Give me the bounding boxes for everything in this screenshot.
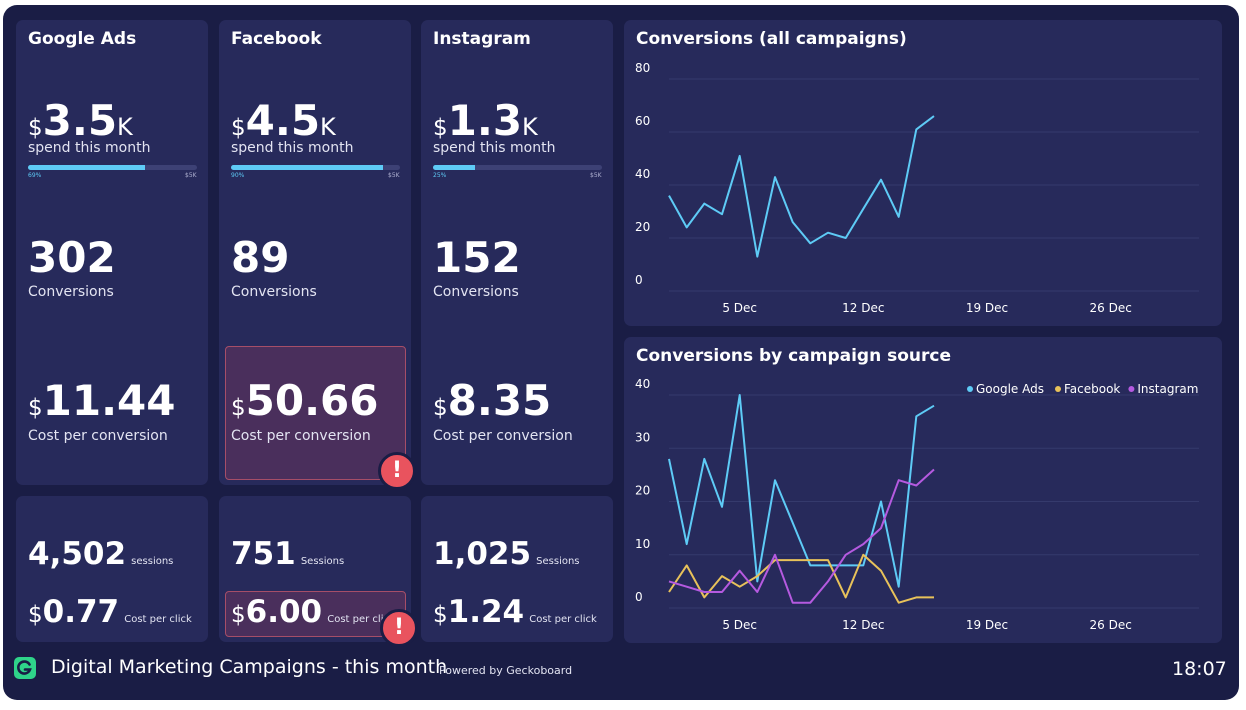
google-ads-sessions-card: 4,502 sessions $0.77 Cost per click xyxy=(16,496,208,642)
x-tick-label: 5 Dec xyxy=(722,618,757,632)
sessions-value: 751 Sessions xyxy=(231,536,345,572)
cost-per-conversion-value: $11.44 xyxy=(28,376,176,425)
progress-percent: 90% xyxy=(231,172,245,179)
y-tick-label: 60 xyxy=(635,114,650,128)
progress-max: $5K xyxy=(185,172,197,179)
card-title: Google Ads xyxy=(28,29,137,49)
clock: 18:07 xyxy=(1172,658,1227,680)
y-tick-label: 40 xyxy=(635,167,650,181)
sessions-value: 4,502 sessions xyxy=(28,536,174,572)
x-tick-label: 26 Dec xyxy=(1090,301,1132,315)
legend-dot xyxy=(1055,386,1061,392)
legend-dot xyxy=(967,386,973,392)
powered-by-text: Powered by Geckoboard xyxy=(439,664,573,677)
conversions-label: Conversions xyxy=(28,284,114,300)
geckoboard-logo-icon xyxy=(14,657,36,679)
spend-value: $3.5K xyxy=(28,96,133,145)
cost-per-click-value: $0.77 Cost per click xyxy=(28,594,192,630)
legend-label: Google Ads xyxy=(976,382,1044,396)
legend-label: Instagram xyxy=(1137,382,1198,396)
conversions-label: Conversions xyxy=(433,284,519,300)
x-tick-label: 26 Dec xyxy=(1090,618,1132,632)
spend-label: spend this month xyxy=(433,140,556,156)
spend-progress-bar xyxy=(231,165,400,170)
cost-per-conversion-value: $50.66 xyxy=(231,376,379,425)
progress-percent: 69% xyxy=(28,172,42,179)
legend-label: Facebook xyxy=(1064,382,1120,396)
conversions-line-chart: 0 20 40 60 80 5 Dec 12 Dec 19 Dec 26 Dec xyxy=(635,61,1199,315)
facebook-card: Facebook $4.5K spend this month 90% $5K … xyxy=(219,20,411,485)
conversions-by-source-line-chart: 0 10 20 30 40 5 Dec 12 Dec 19 Dec 26 Dec Google A… xyxy=(635,377,1199,632)
cost-per-conversion-label: Cost per conversion xyxy=(433,428,573,444)
cost-per-conversion-label: Cost per conversion xyxy=(28,428,168,444)
series-line xyxy=(668,468,935,604)
y-tick-label: 80 xyxy=(635,61,650,75)
spend-label: spend this month xyxy=(28,140,151,156)
conversions-all-campaigns-chart-card: Conversions (all campaigns) 0 20 40 60 80 5 D… xyxy=(624,20,1222,326)
spend-value: $4.5K xyxy=(231,96,336,145)
progress-fill xyxy=(231,165,384,170)
conversions-value: 302 xyxy=(28,233,116,282)
y-tick-label: 0 xyxy=(635,273,643,287)
x-tick-label: 19 Dec xyxy=(966,618,1008,632)
spend-label: spend this month xyxy=(231,140,354,156)
progress-percent: 25% xyxy=(433,172,447,179)
card-title: Facebook xyxy=(231,29,322,49)
x-tick-label: 12 Dec xyxy=(842,618,884,632)
instagram-sessions-card: 1,025 Sessions $1.24 Cost per click xyxy=(421,496,613,642)
conversions-label: Conversions xyxy=(231,284,317,300)
spend-value: $1.3K xyxy=(433,96,538,145)
cost-per-click-value: $6.00 Cost per click xyxy=(231,597,395,628)
y-tick-label: 10 xyxy=(635,537,650,551)
progress-max: $5K xyxy=(590,172,602,179)
progress-fill xyxy=(28,165,145,170)
alert-icon: ! xyxy=(380,609,418,647)
conversions-by-source-chart-card: Conversions by campaign source 0 10 20 30 40… xyxy=(624,337,1222,643)
dashboard-title: Digital Marketing Campaigns - this month xyxy=(51,656,448,678)
google-ads-card: Google Ads $3.5K spend this month 69% $5… xyxy=(16,20,208,485)
cost-per-conversion-label: Cost per conversion xyxy=(231,428,371,444)
y-tick-label: 40 xyxy=(635,377,650,391)
alert-icon: ! xyxy=(378,452,416,490)
series-line xyxy=(668,115,935,258)
x-tick-label: 5 Dec xyxy=(722,301,757,315)
spend-progress-bar xyxy=(28,165,197,170)
card-title: Instagram xyxy=(433,29,531,49)
cost-per-click-value: $1.24 Cost per click xyxy=(433,594,597,630)
x-tick-label: 12 Dec xyxy=(842,301,884,315)
y-tick-label: 20 xyxy=(635,484,650,498)
conversions-value: 89 xyxy=(231,233,290,282)
cost-per-conversion-value: $8.35 xyxy=(433,376,552,425)
legend-dot xyxy=(1128,386,1135,392)
progress-max: $5K xyxy=(388,172,400,179)
x-tick-label: 19 Dec xyxy=(966,301,1008,315)
conversions-value: 152 xyxy=(433,233,521,282)
instagram-card: Instagram $1.3K spend this month 25% $5K… xyxy=(421,20,613,485)
spend-progress-bar xyxy=(433,165,602,170)
progress-fill xyxy=(433,165,476,170)
sessions-value: 1,025 Sessions xyxy=(433,536,580,572)
y-tick-label: 0 xyxy=(635,590,643,604)
y-tick-label: 30 xyxy=(635,430,650,444)
y-tick-label: 20 xyxy=(635,220,650,234)
